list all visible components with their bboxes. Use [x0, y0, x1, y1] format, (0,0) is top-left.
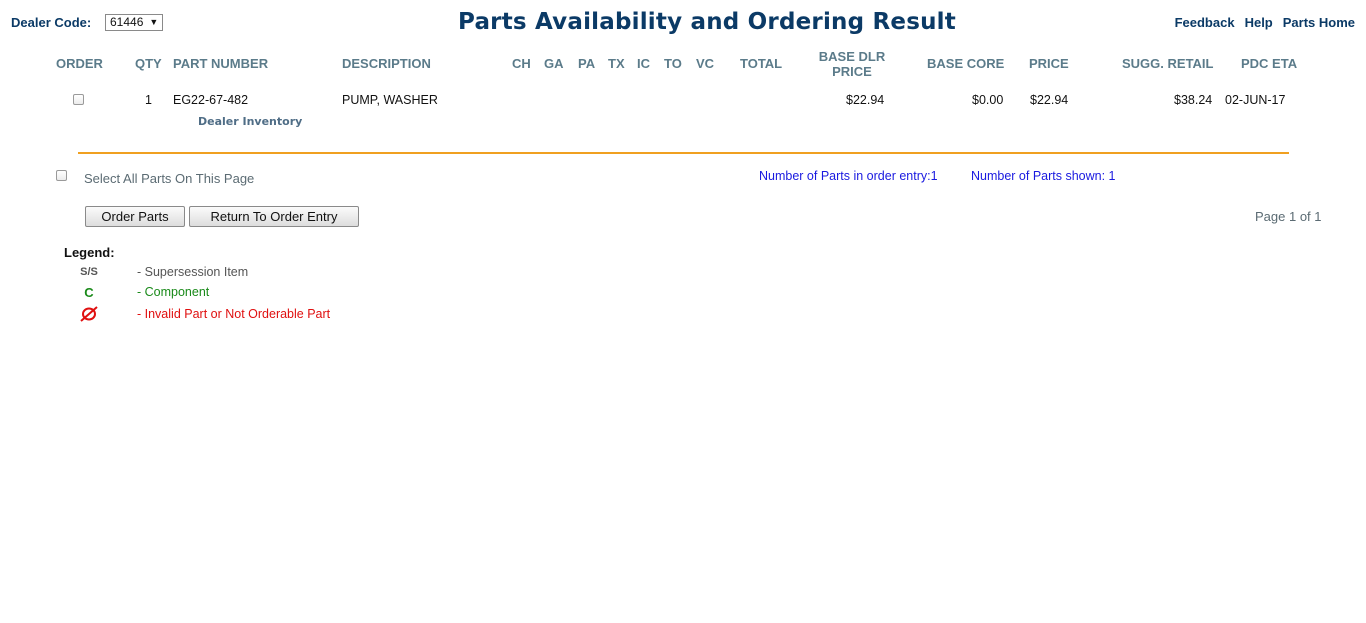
col-order: ORDER: [56, 56, 103, 71]
feedback-link[interactable]: Feedback: [1175, 15, 1235, 30]
col-tx: TX: [608, 56, 625, 71]
col-pa: PA: [578, 56, 596, 71]
divider: [78, 152, 1289, 154]
col-ch: CH: [512, 56, 531, 71]
return-to-order-entry-button[interactable]: Return To Order Entry: [189, 206, 359, 227]
order-checkbox[interactable]: [73, 94, 84, 105]
dealer-code-label: Dealer Code:: [11, 15, 92, 30]
col-base-dlr-price-line1: BASE DLR: [818, 49, 886, 64]
dealer-code-value: 61446: [110, 15, 144, 29]
chevron-down-icon: ▼: [149, 17, 159, 27]
legend-supersession: - Supersession Item: [137, 265, 249, 279]
supersession-symbol: S/S: [80, 266, 98, 278]
dealer-code-select[interactable]: 61446 ▼: [105, 14, 164, 31]
row-part-number: EG22-67-482: [173, 93, 249, 107]
parts-in-entry-count: Number of Parts in order entry:1: [759, 169, 938, 183]
legend-component: - Component: [137, 285, 210, 299]
col-qty: QTY: [135, 56, 162, 71]
dealer-inventory-link[interactable]: Dealer Inventory: [198, 115, 302, 128]
col-base-dlr-price-line2: PRICE: [832, 64, 872, 79]
component-symbol: C: [84, 285, 94, 300]
order-parts-button[interactable]: Order Parts: [85, 206, 185, 227]
col-pdc-eta: PDC ETA: [1241, 56, 1298, 71]
top-nav: Feedback Help Parts Home: [1175, 15, 1355, 30]
col-price: PRICE: [1029, 56, 1069, 71]
row-sugg-retail: $38.24: [1174, 93, 1213, 107]
page-indicator: Page 1 of 1: [1255, 209, 1322, 224]
select-all-checkbox[interactable]: [56, 170, 67, 181]
parts-home-link[interactable]: Parts Home: [1283, 15, 1355, 30]
row-description: PUMP, WASHER: [342, 93, 438, 107]
row-pdc-eta: 02-JUN-17: [1225, 93, 1286, 107]
row-price: $22.94: [1030, 93, 1069, 107]
col-base-dlr-price: BASE DLR PRICE: [812, 49, 892, 79]
legend-title: Legend:: [64, 245, 115, 260]
col-to: TO: [664, 56, 682, 71]
col-vc: VC: [696, 56, 715, 71]
row-base-core: $0.00: [972, 93, 1004, 107]
col-ga: GA: [544, 56, 564, 71]
col-description: DESCRIPTION: [342, 56, 431, 71]
col-sugg-retail: SUGG. RETAIL: [1122, 56, 1214, 71]
row-base-dlr-price: $22.94: [846, 93, 885, 107]
col-base-core: BASE CORE: [927, 56, 1005, 71]
parts-shown-count: Number of Parts shown: 1: [971, 169, 1116, 183]
legend-invalid: - Invalid Part or Not Orderable Part: [137, 307, 331, 321]
select-all-label: Select All Parts On This Page: [84, 171, 255, 186]
col-ic: IC: [637, 56, 650, 71]
help-link[interactable]: Help: [1245, 15, 1273, 30]
col-part-number: PART NUMBER: [173, 56, 269, 71]
col-total: TOTAL: [740, 56, 783, 71]
row-qty: 1: [145, 93, 152, 107]
page-title: Parts Availability and Ordering Result: [458, 9, 956, 35]
invalid-icon: [80, 306, 98, 322]
